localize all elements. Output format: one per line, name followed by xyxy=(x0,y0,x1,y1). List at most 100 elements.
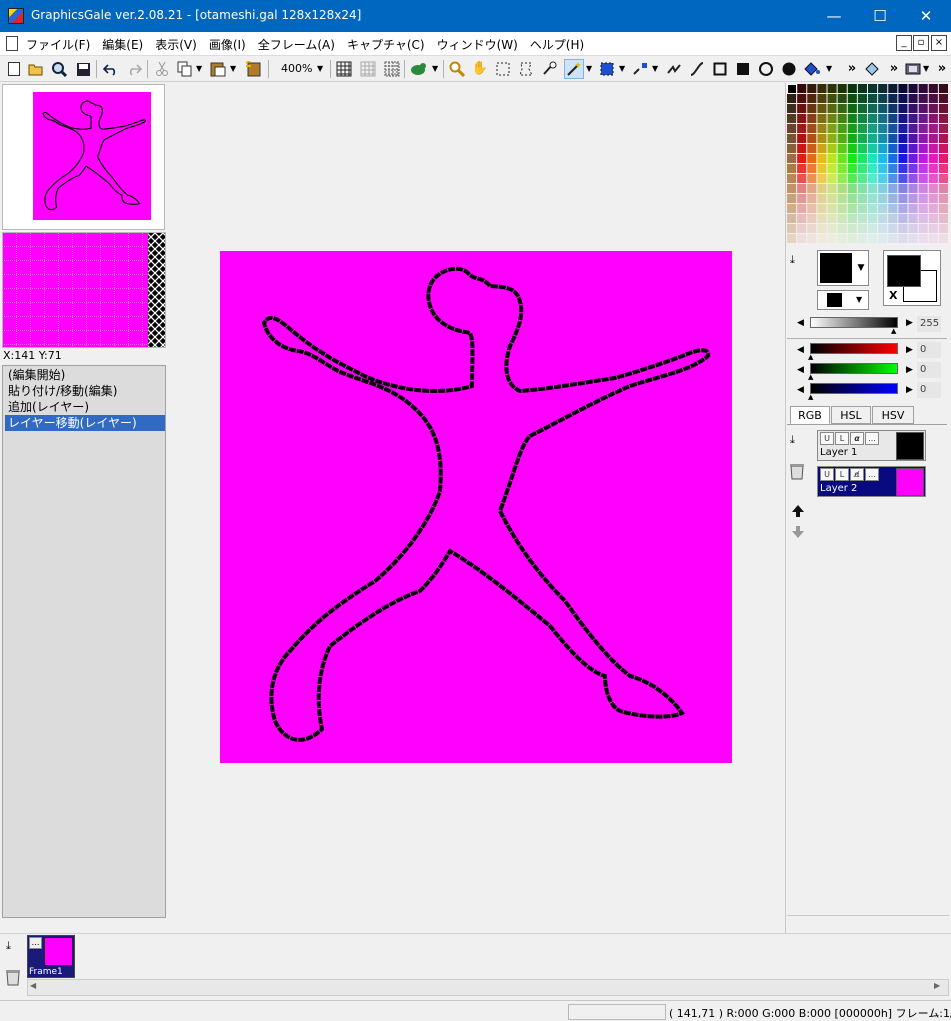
palette-swatch[interactable] xyxy=(797,114,807,123)
palette-swatch[interactable] xyxy=(817,184,827,193)
palette-swatch[interactable] xyxy=(847,164,857,173)
palette-swatch[interactable] xyxy=(888,154,898,163)
palette-swatch[interactable] xyxy=(918,144,928,153)
palette-swatch[interactable] xyxy=(878,104,888,113)
pattern-dropdown[interactable]: ▼ xyxy=(817,290,869,310)
palette-swatch[interactable] xyxy=(797,234,807,243)
palette-swatch[interactable] xyxy=(817,154,827,163)
palette-swatch[interactable] xyxy=(857,144,867,153)
palette-swatch[interactable] xyxy=(868,104,878,113)
palette-swatch[interactable] xyxy=(908,154,918,163)
palette-swatch[interactable] xyxy=(797,204,807,213)
palette-swatch[interactable] xyxy=(888,144,898,153)
palette-swatch[interactable] xyxy=(918,114,928,123)
scroll-left-arrow-icon[interactable]: ◀ xyxy=(30,981,36,990)
slider-right-arrow-icon[interactable]: ▶ xyxy=(906,318,913,328)
palette-swatch[interactable] xyxy=(878,214,888,223)
palette-swatch[interactable] xyxy=(908,184,918,193)
hand-tool-icon[interactable]: ✋ xyxy=(470,59,490,79)
palette-swatch[interactable] xyxy=(807,94,817,103)
palette-swatches[interactable] xyxy=(787,84,949,244)
palette-swatch[interactable] xyxy=(827,114,837,123)
copy-dropdown-arrow-icon[interactable]: ▼ xyxy=(196,64,202,73)
palette-swatch[interactable] xyxy=(928,184,938,193)
palette-swatch[interactable] xyxy=(918,204,928,213)
palette-swatch[interactable] xyxy=(878,174,888,183)
palette-swatch[interactable] xyxy=(817,174,827,183)
palette-swatch[interactable] xyxy=(797,94,807,103)
palette-swatch[interactable] xyxy=(938,164,948,173)
magic-wand-icon[interactable] xyxy=(564,59,584,79)
navigator-grid[interactable] xyxy=(2,232,166,348)
preview-dropdown-arrow-icon[interactable]: ▼ xyxy=(432,64,438,73)
palette-swatch[interactable] xyxy=(918,224,928,233)
history-item[interactable]: (編集開始) xyxy=(5,367,165,383)
palette-swatch[interactable] xyxy=(868,214,878,223)
palette-swatch[interactable] xyxy=(817,164,827,173)
palette-swatch[interactable] xyxy=(787,234,797,243)
palette-swatch[interactable] xyxy=(817,114,827,123)
mdi-restore-button[interactable]: ▫ xyxy=(913,35,929,51)
palette-swatch[interactable] xyxy=(787,94,797,103)
palette-swatch[interactable] xyxy=(787,124,797,133)
layer-item-selected[interactable]: U L α̸ … Layer 2 xyxy=(817,466,926,497)
green-slider[interactable] xyxy=(810,363,898,374)
pixel-grid-icon[interactable] xyxy=(358,59,378,79)
preview-thumbnail[interactable] xyxy=(33,92,151,220)
palette-swatch[interactable] xyxy=(868,154,878,163)
palette-swatch[interactable] xyxy=(938,234,948,243)
palette-swatch[interactable] xyxy=(797,124,807,133)
palette-swatch[interactable] xyxy=(878,224,888,233)
palette-swatch[interactable] xyxy=(938,144,948,153)
palette-swatch[interactable] xyxy=(837,154,847,163)
pen-tool-icon[interactable] xyxy=(631,59,651,79)
fill-dropdown-arrow-icon[interactable]: ▼ xyxy=(826,64,832,73)
open-folder-icon[interactable] xyxy=(26,59,46,79)
ellipse-tool-icon[interactable] xyxy=(756,59,776,79)
palette-swatch[interactable] xyxy=(928,94,938,103)
palette-swatch[interactable] xyxy=(787,104,797,113)
palette-swatch[interactable] xyxy=(898,234,908,243)
palette-swatch[interactable] xyxy=(898,224,908,233)
palette-swatch[interactable] xyxy=(908,204,918,213)
palette-swatch[interactable] xyxy=(938,94,948,103)
frame-options-icon[interactable]: … xyxy=(29,937,42,949)
palette-swatch[interactable] xyxy=(797,174,807,183)
palette-swatch[interactable] xyxy=(888,234,898,243)
palette-swatch[interactable] xyxy=(797,134,807,143)
palette-swatch[interactable] xyxy=(847,154,857,163)
palette-swatch[interactable] xyxy=(837,174,847,183)
palette-swatch[interactable] xyxy=(928,114,938,123)
frame-item-selected[interactable]: … Frame1 xyxy=(27,935,75,978)
palette-swatch[interactable] xyxy=(827,124,837,133)
cut-icon[interactable] xyxy=(152,59,172,79)
lasso-select-icon[interactable] xyxy=(516,59,536,79)
selection-dropdown-arrow-icon[interactable]: ▼ xyxy=(619,64,625,73)
palette-swatch[interactable] xyxy=(837,224,847,233)
palette-swatch[interactable] xyxy=(797,84,807,93)
palette-swatch[interactable] xyxy=(898,204,908,213)
palette-swatch[interactable] xyxy=(918,134,928,143)
maximize-button[interactable]: ☐ xyxy=(857,0,903,32)
layer-up-arrow-icon[interactable] xyxy=(791,504,805,521)
palette-swatch[interactable] xyxy=(807,114,817,123)
frame-dropdown-arrow-icon[interactable]: ▼ xyxy=(923,64,929,73)
palette-swatch[interactable] xyxy=(878,124,888,133)
menu-window[interactable]: ウィンドウ(W) xyxy=(431,36,524,53)
palette-swatch[interactable] xyxy=(898,164,908,173)
palette-swatch[interactable] xyxy=(878,114,888,123)
palette-swatch[interactable] xyxy=(878,194,888,203)
palette-swatch[interactable] xyxy=(878,234,888,243)
palette-swatch[interactable] xyxy=(938,124,948,133)
palette-swatch[interactable] xyxy=(928,214,938,223)
history-item[interactable]: 貼り付け/移動(編集) xyxy=(5,383,165,399)
frame-tool-icon[interactable] xyxy=(903,59,923,79)
layer-trash-icon[interactable] xyxy=(789,462,805,483)
menu-view[interactable]: 表示(V) xyxy=(149,36,203,53)
color-palette[interactable] xyxy=(787,84,949,244)
palette-swatch[interactable] xyxy=(918,104,928,113)
palette-swatch[interactable] xyxy=(797,214,807,223)
palette-swatch[interactable] xyxy=(837,204,847,213)
palette-swatch[interactable] xyxy=(898,84,908,93)
download-palette-icon[interactable]: ⤓ xyxy=(790,252,795,268)
